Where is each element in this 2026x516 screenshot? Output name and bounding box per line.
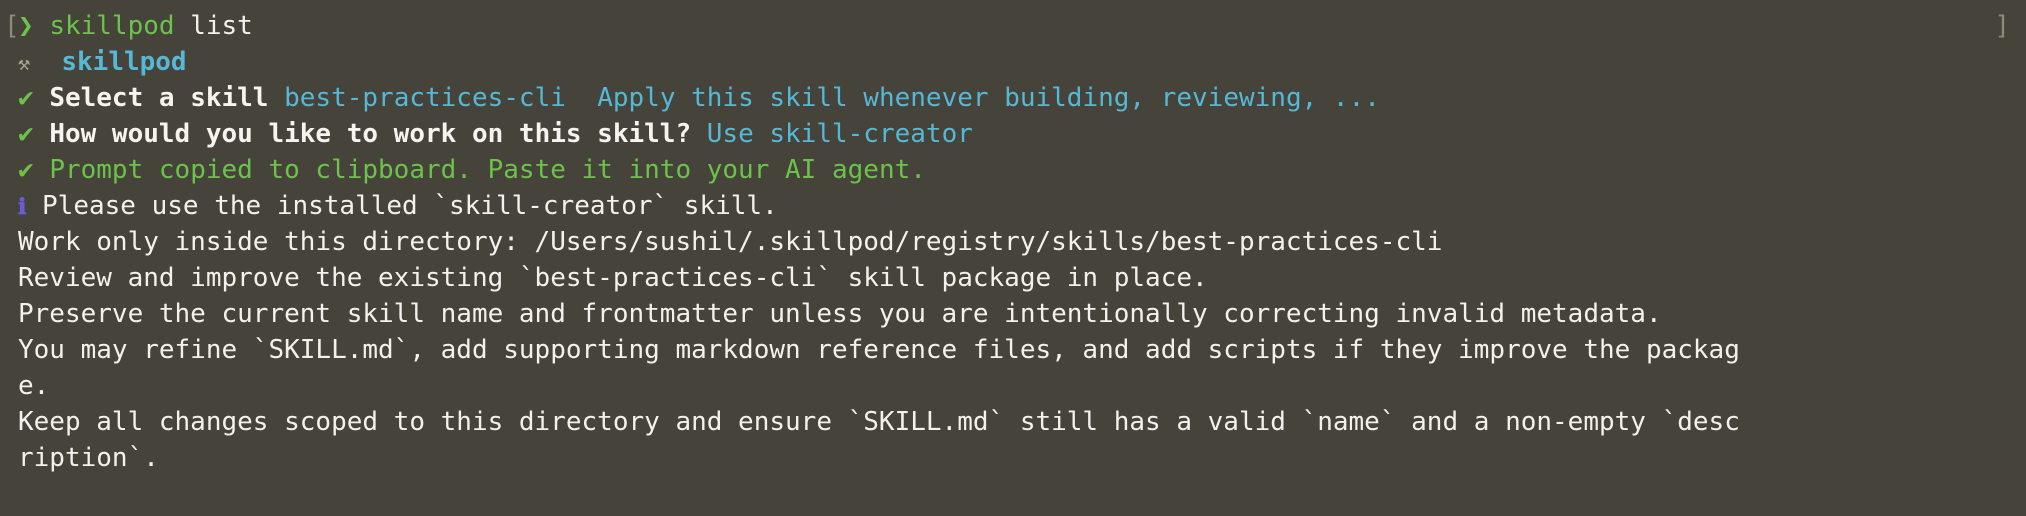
app-title: skillpod: [61, 47, 187, 77]
checkmark-icon: ✔: [18, 119, 34, 149]
step-copied: ✔ Prompt copied to clipboard. Paste it i…: [18, 152, 2026, 188]
prompt-arrow-icon: ❯: [18, 11, 34, 41]
output-line: You may refine `SKILL.md`, add supportin…: [18, 335, 1740, 365]
step-work-mode: ✔ How would you like to work on this ski…: [18, 116, 2026, 152]
output-line: e.: [18, 371, 50, 401]
checkmark-icon: ✔: [18, 155, 34, 185]
output-line: ription`.: [18, 443, 159, 473]
app-header: ⚒ skillpod: [18, 44, 2026, 80]
command-name: skillpod: [49, 11, 175, 41]
command-args: list: [174, 11, 253, 41]
success-message: Prompt copied to clipboard. Paste it int…: [49, 155, 926, 185]
output-line: Keep all changes scoped to this director…: [18, 407, 1740, 437]
step-hint: Apply this skill whenever building, revi…: [597, 83, 1380, 113]
output-line: Preserve the current skill name and fron…: [18, 299, 1662, 329]
output-line: Work only inside this directory: /Users/…: [18, 227, 1443, 257]
terminal-window[interactable]: [ ] ❯ skillpod list ⚒ skillpod ✔ Select …: [0, 0, 2026, 516]
step-answer: Use skill-creator: [706, 119, 973, 149]
info-line: ℹ Please use the installed `skill-creato…: [18, 188, 2026, 224]
checkmark-icon: ✔: [18, 83, 34, 113]
left-bracket: [: [4, 11, 20, 41]
output-line: Review and improve the existing `best-pr…: [18, 263, 1208, 293]
step-answer: best-practices-cli: [284, 83, 566, 113]
info-message: Please use the installed `skill-creator`…: [42, 191, 778, 221]
step-question: Select a skill: [49, 83, 269, 113]
command-line: ❯ skillpod list: [18, 8, 2026, 44]
step-question: How would you like to work on this skill…: [49, 119, 692, 149]
step-select-skill: ✔ Select a skill best-practices-cli Appl…: [18, 80, 2026, 116]
right-bracket: ]: [1994, 11, 2010, 41]
hammer-icon: ⚒: [18, 51, 31, 75]
info-icon: ℹ: [18, 195, 27, 220]
